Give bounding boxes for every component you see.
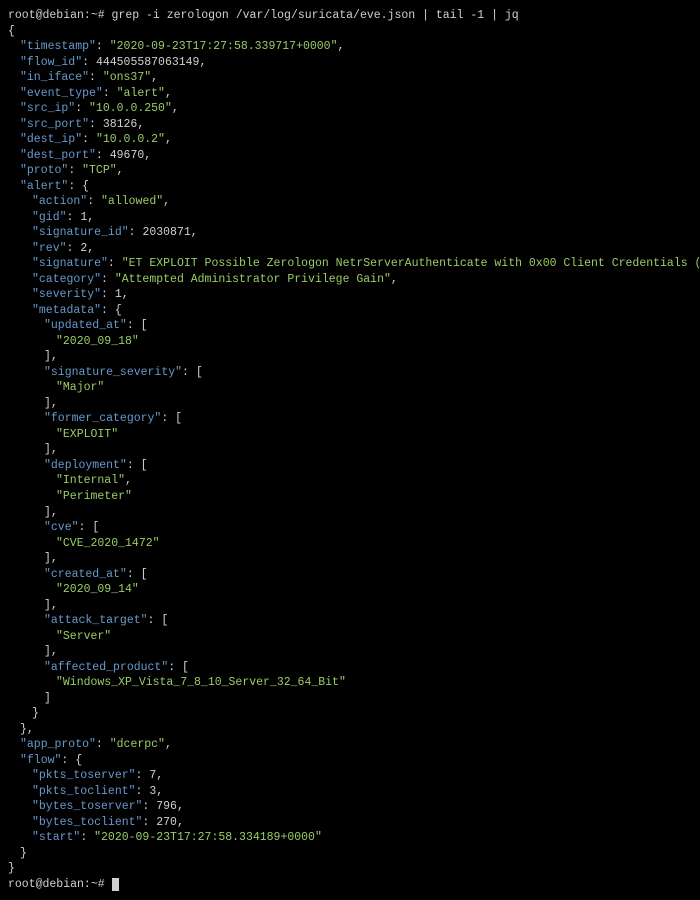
cursor-icon <box>112 878 119 891</box>
terminal-output: root@debian:~# grep -i zerologon /var/lo… <box>8 8 692 892</box>
prompt-line[interactable]: root@debian:~# <box>8 877 692 893</box>
command-line[interactable]: root@debian:~# grep -i zerologon /var/lo… <box>8 8 692 24</box>
